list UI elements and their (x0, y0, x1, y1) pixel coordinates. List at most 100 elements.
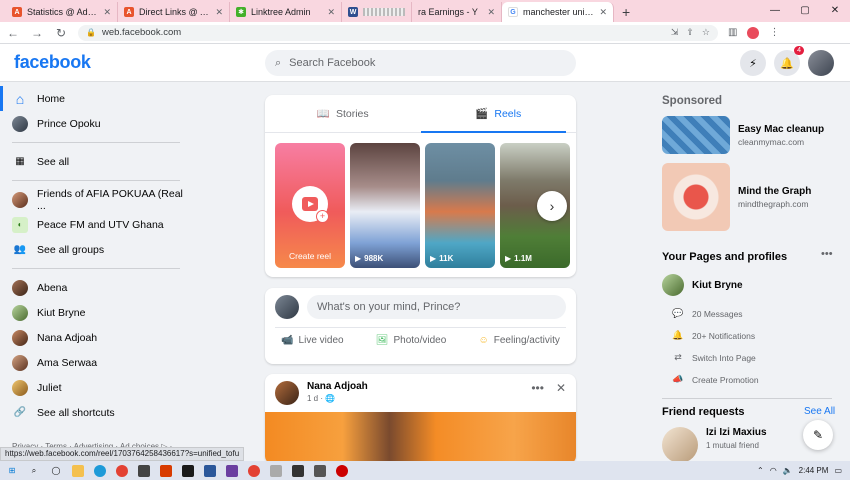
clock[interactable]: 2:44 PM (799, 466, 829, 475)
close-tab-icon[interactable]: ✕ (215, 7, 223, 18)
post-image[interactable] (265, 412, 576, 464)
close-window-button[interactable]: ✕ (820, 0, 850, 22)
edge-icon[interactable] (94, 464, 106, 477)
post-timestamp[interactable]: 1 d · 🌐 (307, 394, 368, 403)
more-options-icon[interactable]: ••• (531, 381, 544, 395)
sidebar-item-contact[interactable]: Kiut Bryne (0, 300, 190, 325)
chrome-icon[interactable] (116, 464, 128, 477)
messenger-button[interactable]: ⚡ (740, 50, 766, 76)
sidebar-item-see-all-groups[interactable]: 👥 See all groups (0, 237, 190, 262)
plus-icon: + (316, 210, 329, 223)
friend-request-item[interactable]: Izi Izi Maxius 1 mutual friend (662, 427, 767, 463)
page-notifications-link[interactable]: 🔔 20+ Notifications (672, 330, 755, 341)
tab-label: Reels (494, 107, 522, 120)
reel-thumbnail[interactable]: ▶ 11K (425, 143, 495, 268)
avatar[interactable] (275, 295, 299, 319)
tab-stories[interactable]: 📖 Stories (265, 95, 421, 132)
browser-tab[interactable]: ✱ Linktree Admin ✕ (230, 2, 342, 22)
menu-dots-icon[interactable]: ⋮ (769, 27, 779, 38)
forward-icon[interactable]: → (30, 26, 44, 40)
tab-reels[interactable]: 🎬 Reels (420, 95, 577, 133)
sidebar-item-label: Peace FM and UTV Ghana (37, 218, 164, 231)
sidebar-item-label: Kiut Bryne (37, 306, 86, 319)
profile-avatar-icon[interactable] (747, 26, 760, 39)
address-bar[interactable]: 🔒 web.facebook.com ⇲ ⇪ ☆ (78, 24, 718, 41)
back-icon[interactable]: ← (6, 26, 20, 40)
record-icon[interactable] (336, 464, 348, 477)
app-icon[interactable] (270, 464, 282, 477)
sidebar-item-group[interactable]: Friends of AFIA POKUAA (Real ... (0, 187, 190, 212)
feeling-activity-button[interactable]: ☺ Feeling/activity (479, 335, 560, 346)
close-tab-icon[interactable]: ✕ (103, 7, 111, 18)
app-icon[interactable] (182, 464, 194, 477)
switch-into-page-link[interactable]: ⇄ Switch Into Page (672, 352, 756, 363)
sponsored-ad[interactable]: Easy Mac cleanup cleanmymac.com (662, 116, 824, 154)
network-icon[interactable]: ◠ (770, 466, 777, 475)
see-all-link[interactable]: See All (804, 406, 835, 417)
sidebar-item-see-all-shortcuts[interactable]: 🔗 See all shortcuts (0, 400, 190, 425)
create-reel-card[interactable]: + Create reel (275, 143, 345, 268)
photo-video-button[interactable]: 🖼 Photo/video (376, 335, 447, 346)
sidebar-item-contact[interactable]: Abena (0, 275, 190, 300)
sidebar-icon[interactable]: ▥ (728, 27, 737, 38)
reload-icon[interactable]: ↻ (54, 26, 68, 40)
search-bar[interactable]: ⌕ Search Facebook (265, 50, 576, 76)
close-tab-icon[interactable]: ✕ (327, 7, 335, 18)
sidebar-item-profile[interactable]: Prince Opoku (0, 111, 190, 136)
new-message-button[interactable]: ✎ (803, 420, 833, 450)
status-input[interactable]: What's on your mind, Prince? (307, 295, 566, 319)
word-icon[interactable] (204, 464, 216, 477)
page-messages-link[interactable]: 💬 20 Messages (672, 308, 742, 319)
install-icon[interactable]: ⇲ (671, 27, 679, 38)
file-explorer-icon[interactable] (72, 464, 84, 477)
search-icon[interactable]: ⌕ (28, 465, 40, 477)
close-icon[interactable]: ✕ (556, 381, 566, 395)
notifications-button[interactable]: 🔔 4 (774, 46, 804, 76)
minimize-button[interactable]: — (760, 0, 790, 22)
close-tab-icon[interactable]: ✕ (487, 7, 495, 18)
page-profile-item[interactable]: Kiut Bryne (662, 274, 743, 296)
reel-thumbnail[interactable]: ▶ 988K (350, 143, 420, 268)
app-icon[interactable] (138, 464, 150, 477)
account-avatar[interactable] (808, 50, 834, 76)
notifications-icon[interactable]: ▭ (834, 466, 842, 475)
lock-icon[interactable]: 🔒 (86, 28, 96, 37)
sidebar-item-contact[interactable]: Nana Adjoah (0, 325, 190, 350)
avatar[interactable] (275, 381, 299, 405)
facebook-logo[interactable]: facebook (14, 52, 91, 73)
post-author[interactable]: Nana Adjoah (307, 381, 368, 392)
sidebar-item-contact[interactable]: Ama Serwaa (0, 350, 190, 375)
browser-tab[interactable]: ra Earnings - Y ✕ (412, 2, 502, 22)
bookmark-star-icon[interactable]: ☆ (702, 27, 710, 38)
browser-tab[interactable]: A Direct Links @ Adsterra ✕ (118, 2, 230, 22)
new-tab-button[interactable]: + (614, 2, 638, 22)
app-icon[interactable] (226, 464, 238, 477)
office-icon[interactable] (160, 464, 172, 477)
share-icon[interactable]: ⇪ (686, 27, 694, 38)
create-promotion-link[interactable]: 📣 Create Promotion (672, 374, 758, 385)
browser-tab[interactable]: W (342, 2, 412, 22)
app-icon[interactable] (292, 464, 304, 477)
sidebar-item-see-all[interactable]: ▦ See all (0, 149, 190, 174)
tab-label: Stories (335, 107, 369, 120)
windows-start-icon[interactable]: ⊞ (6, 465, 18, 477)
next-reels-button[interactable]: › (537, 191, 567, 221)
more-options-icon[interactable]: ••• (821, 248, 833, 260)
tray-arrow-icon[interactable]: ⌃ (757, 466, 764, 475)
browser-tab-active[interactable]: Gmanchester united 20 ✕ (502, 2, 614, 22)
avatar (12, 279, 28, 296)
live-video-button[interactable]: 📹 Live video (281, 335, 343, 346)
browser-tab[interactable]: A Statistics @ Adsterra ✕ (6, 2, 118, 22)
app-icon[interactable] (314, 464, 326, 477)
live-video-label: Live video (298, 335, 344, 346)
close-tab-icon[interactable]: ✕ (599, 7, 607, 18)
sidebar-item-contact[interactable]: Juliet (0, 375, 190, 400)
sidebar-item-group[interactable]: ◐ Peace FM and UTV Ghana (0, 212, 190, 237)
task-view-icon[interactable]: ◯ (50, 465, 62, 477)
sponsored-ad[interactable]: Mind the Graph mindthegraph.com (662, 163, 811, 231)
chrome-icon[interactable] (248, 464, 260, 477)
search-input[interactable]: Search Facebook (289, 57, 375, 69)
sidebar-item-home[interactable]: ⌂ Home (0, 86, 190, 111)
maximize-button[interactable]: ▢ (790, 0, 820, 22)
volume-icon[interactable]: 🔈 (783, 466, 793, 475)
